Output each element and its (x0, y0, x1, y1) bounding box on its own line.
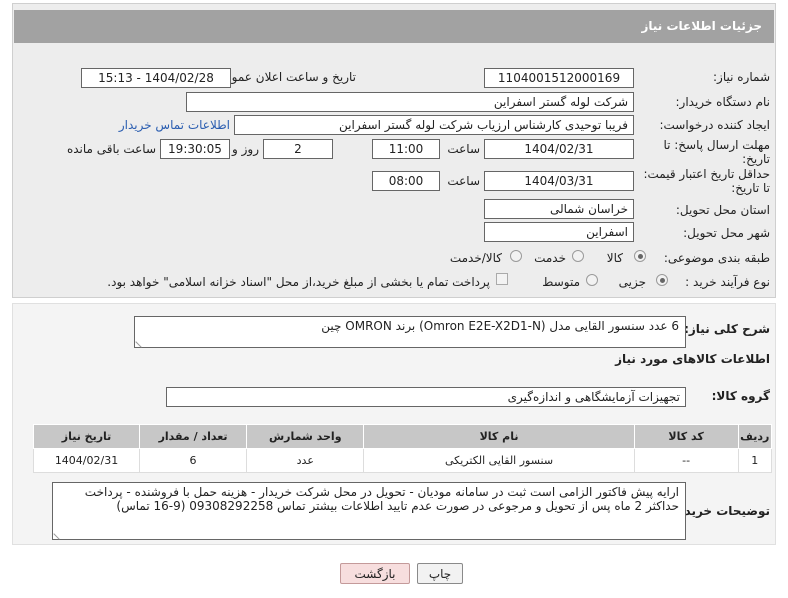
price-validity-date-field: 1404/03/31 (484, 171, 634, 191)
requester-label: ایجاد کننده درخواست: (659, 118, 770, 132)
buyer-notes-text: ارایه پیش فاکتور الزامی است ثبت در سامان… (84, 485, 679, 513)
cell-code: -- (633, 448, 739, 473)
reply-deadline-label: مهلت ارسال پاسخ: تا تاریخ: (663, 138, 770, 166)
col-date-header: تاریخ نیاز (32, 424, 141, 449)
summary-text: 6 عدد سنسور القایی مدل (Omron E2E-X2D1-N… (321, 319, 679, 333)
summary-label: شرح کلی نیاز: (684, 322, 770, 336)
table-row: 1 -- سنسور القایی الکتریکی عدد 6 1404/02… (32, 448, 773, 473)
requester-field: فریبا توحیدی کارشناس ارزیاب شرکت لوله گس… (234, 115, 634, 135)
buyer-org-label: نام دستگاه خریدار: (675, 95, 771, 109)
announce-datetime-field: 1404/02/28 - 15:13 (81, 68, 231, 88)
col-qty-header: تعداد / مقدار (139, 424, 248, 449)
resize-handle-icon[interactable] (135, 336, 147, 348)
process-option-medium: متوسط (542, 275, 580, 289)
category-radio-goods[interactable] (634, 250, 646, 262)
need-number-label: شماره نیاز: (713, 70, 770, 84)
category-label: طبقه بندی موضوعی: (663, 251, 770, 265)
col-code-header: کد کالا (633, 424, 739, 449)
goods-section-title: اطلاعات کالاهای مورد نیاز (615, 352, 770, 366)
reply-date-field: 1404/02/31 (484, 139, 634, 159)
days-label: روز و (232, 142, 259, 156)
remaining-time-label: ساعت باقی مانده (66, 142, 156, 156)
city-field: اسفراین (484, 222, 634, 242)
cell-qty: 6 (139, 448, 248, 473)
back-button[interactable]: بازگشت (340, 563, 410, 584)
goods-group-field: تجهیزات آزمایشگاهی و اندازه‌گیری (166, 387, 686, 407)
cell-name: سنسور القایی الکتریکی (363, 448, 635, 473)
remaining-time-field: 19:30:05 (160, 139, 230, 159)
price-validity-label: حداقل تاریخ اعتبار قیمت: تا تاریخ: (643, 167, 770, 195)
goods-table: ردیف کد کالا نام کالا واحد شمارش تعداد /… (32, 424, 773, 473)
category-option-goods: کالا (606, 251, 623, 265)
price-validity-time-label: ساعت (447, 174, 480, 188)
reply-time-label: ساعت (447, 142, 480, 156)
cell-unit: عدد (246, 448, 365, 473)
reply-time-field: 11:00 (372, 139, 440, 159)
province-field: خراسان شمالی (484, 199, 634, 219)
col-unit-header: واحد شمارش (246, 424, 365, 449)
city-label: شهر محل تحویل: (683, 226, 770, 240)
category-option-goods-service: کالا/خدمت (449, 251, 502, 265)
buyer-notes-field: ارایه پیش فاکتور الزامی است ثبت در سامان… (52, 482, 686, 540)
cell-row: 1 (737, 448, 773, 473)
cell-date: 1404/02/31 (32, 448, 141, 473)
goods-group-label: گروه کالا: (711, 389, 770, 403)
page-header: جزئیات اطلاعات نیاز (14, 10, 774, 43)
province-label: استان محل تحویل: (675, 203, 770, 217)
print-button[interactable]: چاپ (417, 563, 463, 584)
category-radio-goods-service[interactable] (510, 250, 522, 262)
treasury-payment-checkbox[interactable] (496, 273, 508, 285)
process-label: نوع فرآیند خرید : (685, 275, 770, 289)
announce-datetime-label: تاریخ و ساعت اعلان عمومی: (211, 70, 356, 84)
need-number-field: 1104001512000169 (484, 68, 634, 88)
days-field: 2 (263, 139, 333, 159)
summary-field: 6 عدد سنسور القایی مدل (Omron E2E-X2D1-N… (134, 316, 686, 348)
buyer-org-field: شرکت لوله گستر اسفراین (186, 92, 634, 112)
process-radio-medium[interactable] (586, 274, 598, 286)
treasury-payment-note: پرداخت تمام یا بخشی از مبلغ خرید،از محل … (107, 275, 490, 289)
category-option-service: خدمت (534, 251, 566, 265)
col-name-header: نام کالا (363, 424, 635, 449)
category-radio-service[interactable] (572, 250, 584, 262)
buyer-contact-link[interactable]: اطلاعات تماس خریدار (119, 118, 230, 132)
price-validity-time-field: 08:00 (372, 171, 440, 191)
resize-handle-icon[interactable] (53, 528, 65, 540)
process-option-minor: جزیی (618, 275, 646, 289)
process-radio-minor[interactable] (656, 274, 668, 286)
col-row-header: ردیف (737, 424, 773, 449)
